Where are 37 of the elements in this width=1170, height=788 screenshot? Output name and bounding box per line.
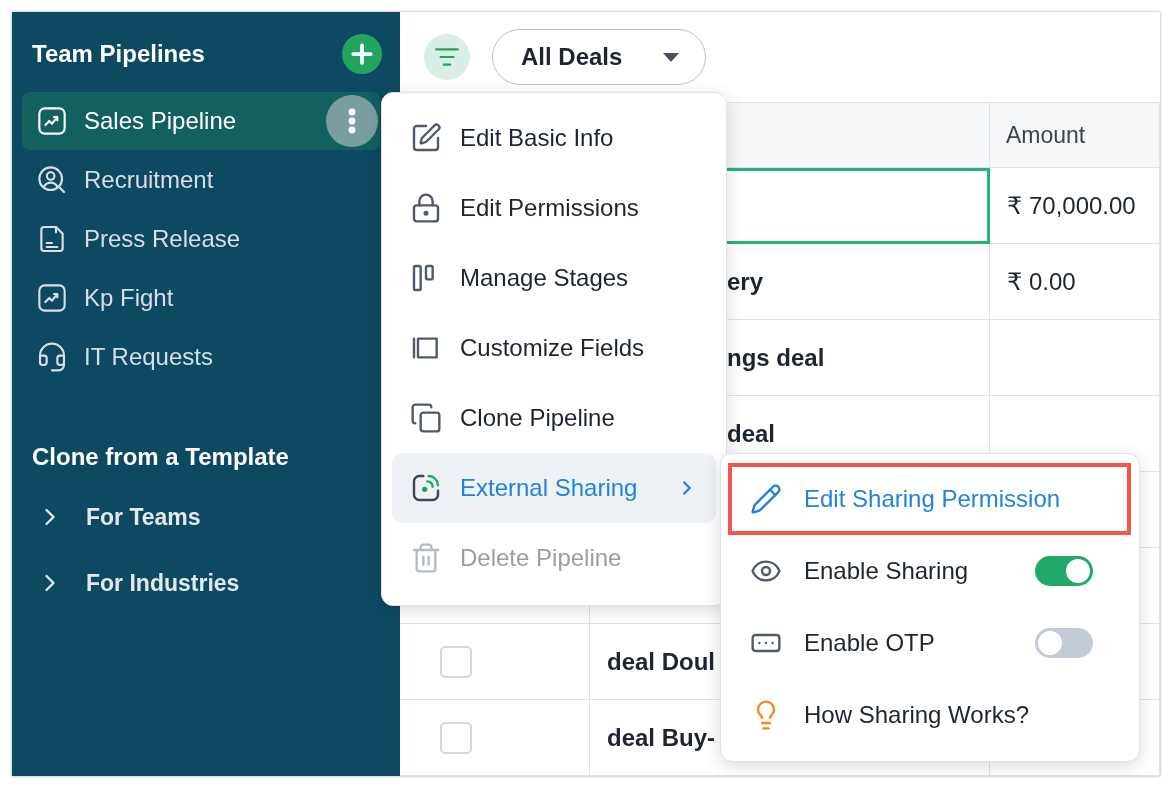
trend-chart-icon xyxy=(36,105,68,137)
section-title: Clone from a Template xyxy=(31,443,290,471)
caret-icon xyxy=(663,52,679,62)
lock-icon xyxy=(410,192,442,224)
toggle-label: Enable Sharing xyxy=(804,557,969,585)
menu-item[interactable]: Edit Permissions xyxy=(392,173,716,243)
headset-icon xyxy=(36,341,68,373)
trend-chart-icon xyxy=(36,282,68,314)
trash-icon xyxy=(410,542,442,574)
edit-icon xyxy=(410,122,442,154)
add-button[interactable] xyxy=(342,34,382,74)
template-group[interactable]: For Teams xyxy=(22,497,380,537)
toggle-switch[interactable] xyxy=(1035,628,1093,658)
table-cell: ₹ 0.00 xyxy=(990,244,1160,320)
user-search-icon xyxy=(36,164,68,196)
sidebar-title: Team Pipelines xyxy=(32,40,205,68)
more-button[interactable] xyxy=(326,95,378,147)
more-icon xyxy=(348,108,356,134)
template-group[interactable]: For Industries xyxy=(22,563,380,603)
row-checkbox[interactable] xyxy=(440,645,472,678)
pipeline-item[interactable]: Sales Pipeline xyxy=(22,92,380,150)
filter-button[interactable] xyxy=(424,34,470,80)
menu-item[interactable]: Edit Basic Info xyxy=(392,103,716,173)
pipeline-item[interactable]: Kp Fight xyxy=(22,269,380,327)
view-dropdown[interactable]: All Deals xyxy=(492,29,706,85)
copy-icon xyxy=(410,402,442,434)
pipeline-item[interactable]: Recruitment xyxy=(22,151,380,209)
pencil-icon xyxy=(750,483,782,515)
pipeline-item[interactable]: IT Requests xyxy=(22,328,380,386)
toggle-switch[interactable] xyxy=(1035,556,1093,586)
toggle-label: Enable OTP xyxy=(804,629,935,657)
row-checkbox[interactable] xyxy=(440,721,472,754)
menu-item[interactable]: Edit Sharing Permission xyxy=(728,463,1131,535)
sharing-icon xyxy=(410,472,442,504)
header-cell: Amount xyxy=(990,103,1160,168)
table-cell: ₹ 70,000.00 xyxy=(990,168,1160,244)
pipeline-item[interactable]: Press Release xyxy=(22,210,380,268)
